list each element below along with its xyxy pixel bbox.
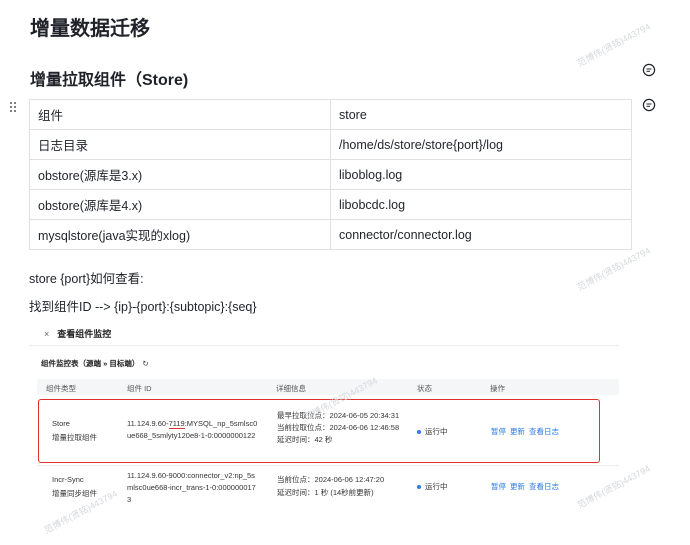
table-cell[interactable]: liboblog.log — [330, 159, 632, 190]
view-log-link[interactable]: 查看日志 — [529, 482, 559, 491]
status-label: 运行中 — [425, 482, 448, 491]
table-cell[interactable]: obstore(源库是3.x) — [29, 159, 331, 190]
pause-link[interactable]: 暂停 — [491, 482, 506, 491]
component-id-line3: 3 — [127, 495, 132, 504]
table-row: obstore(源库是4.x) libobcdc.log — [29, 189, 632, 220]
table-cell[interactable]: connector/connector.log — [330, 219, 632, 250]
close-icon: × — [44, 329, 50, 339]
component-id: 11.124.9.60-9000:connector_v2:np_5s mlsc… — [127, 470, 267, 506]
table-row: mysqlstore(java实现的xlog) connector/connec… — [29, 219, 632, 250]
row-divider — [37, 465, 619, 466]
table-cell[interactable]: 组件 — [29, 99, 331, 130]
component-type: Incr-Sync 增量同步组件 — [52, 474, 97, 500]
table-cell[interactable]: obstore(源库是4.x) — [29, 189, 331, 220]
section-title: 增量拉取组件（Store) — [30, 72, 189, 89]
detail-info: 当前位点：2024-06-06 12:47:20 延迟时间：1 秒 (14秒前更… — [277, 474, 384, 499]
table-row: 组件 store — [29, 99, 632, 130]
column-header: 组件 ID — [127, 384, 152, 393]
update-link[interactable]: 更新 — [510, 482, 525, 491]
table-cell[interactable]: libobcdc.log — [330, 189, 632, 220]
row-actions: 暂停 更新 查看日志 — [491, 481, 563, 493]
table-cell[interactable]: store — [330, 99, 632, 130]
comment-icon[interactable] — [642, 63, 656, 77]
screenshot-header: × 查看组件监控 — [44, 327, 111, 340]
column-header: 操作 — [490, 384, 505, 393]
component-id-line1: 11.124.9.60-9000:connector_v2:np_5s — [127, 471, 255, 480]
detail-line: 当前位点：2024-06-06 12:47:20 — [277, 475, 385, 484]
column-header: 状态 — [417, 384, 432, 393]
watermark: 范博伟(贤铭)443794 — [575, 245, 652, 293]
monitor-table-header: 组件类型 组件 ID 详细信息 状态 操作 — [37, 379, 619, 395]
table-row: 日志目录 /home/ds/store/store{port}/log — [29, 129, 632, 160]
column-header: 详细信息 — [276, 384, 306, 393]
table-cell[interactable]: mysqlstore(java实现的xlog) — [29, 219, 331, 250]
status-dot-icon — [417, 485, 421, 490]
paragraph: store {port}如何查看: — [29, 272, 144, 286]
divider — [29, 345, 619, 346]
status-badge: 运行中 — [417, 481, 448, 493]
component-id-line2: mlsc0ue668-incr_trans-1-0:000000017 — [127, 483, 256, 492]
subheader-label: 组件监控表（源端 » 目标端） — [41, 359, 140, 368]
page-title: 增量数据迁移 — [30, 18, 150, 40]
table-cell[interactable]: 日志目录 — [29, 129, 331, 160]
drag-handle-icon[interactable] — [9, 101, 17, 113]
table-row: obstore(源库是3.x) liboblog.log — [29, 159, 632, 190]
component-table: 组件 store 日志目录 /home/ds/store/store{port}… — [29, 99, 632, 250]
refresh-icon: ↻ — [142, 359, 149, 368]
component-type-name: Incr-Sync — [52, 475, 84, 484]
paragraph: 找到组件ID --> {ip}-{port}:{subtopic}:{seq} — [29, 300, 257, 314]
watermark: 范博伟(贤铭)443794 — [575, 21, 652, 69]
comment-icon[interactable] — [642, 98, 656, 112]
screenshot-subheader: 组件监控表（源端 » 目标端） ↻ — [41, 358, 149, 369]
column-header: 组件类型 — [46, 384, 76, 393]
detail-line: 延迟时间：1 秒 (14秒前更新) — [277, 488, 374, 497]
screenshot-header-title: 查看组件监控 — [57, 329, 112, 339]
table-cell[interactable]: /home/ds/store/store{port}/log — [330, 129, 632, 160]
embedded-screenshot: × 查看组件监控 组件监控表（源端 » 目标端） ↻ 组件类型 组件 ID 详细信息… — [29, 320, 619, 540]
